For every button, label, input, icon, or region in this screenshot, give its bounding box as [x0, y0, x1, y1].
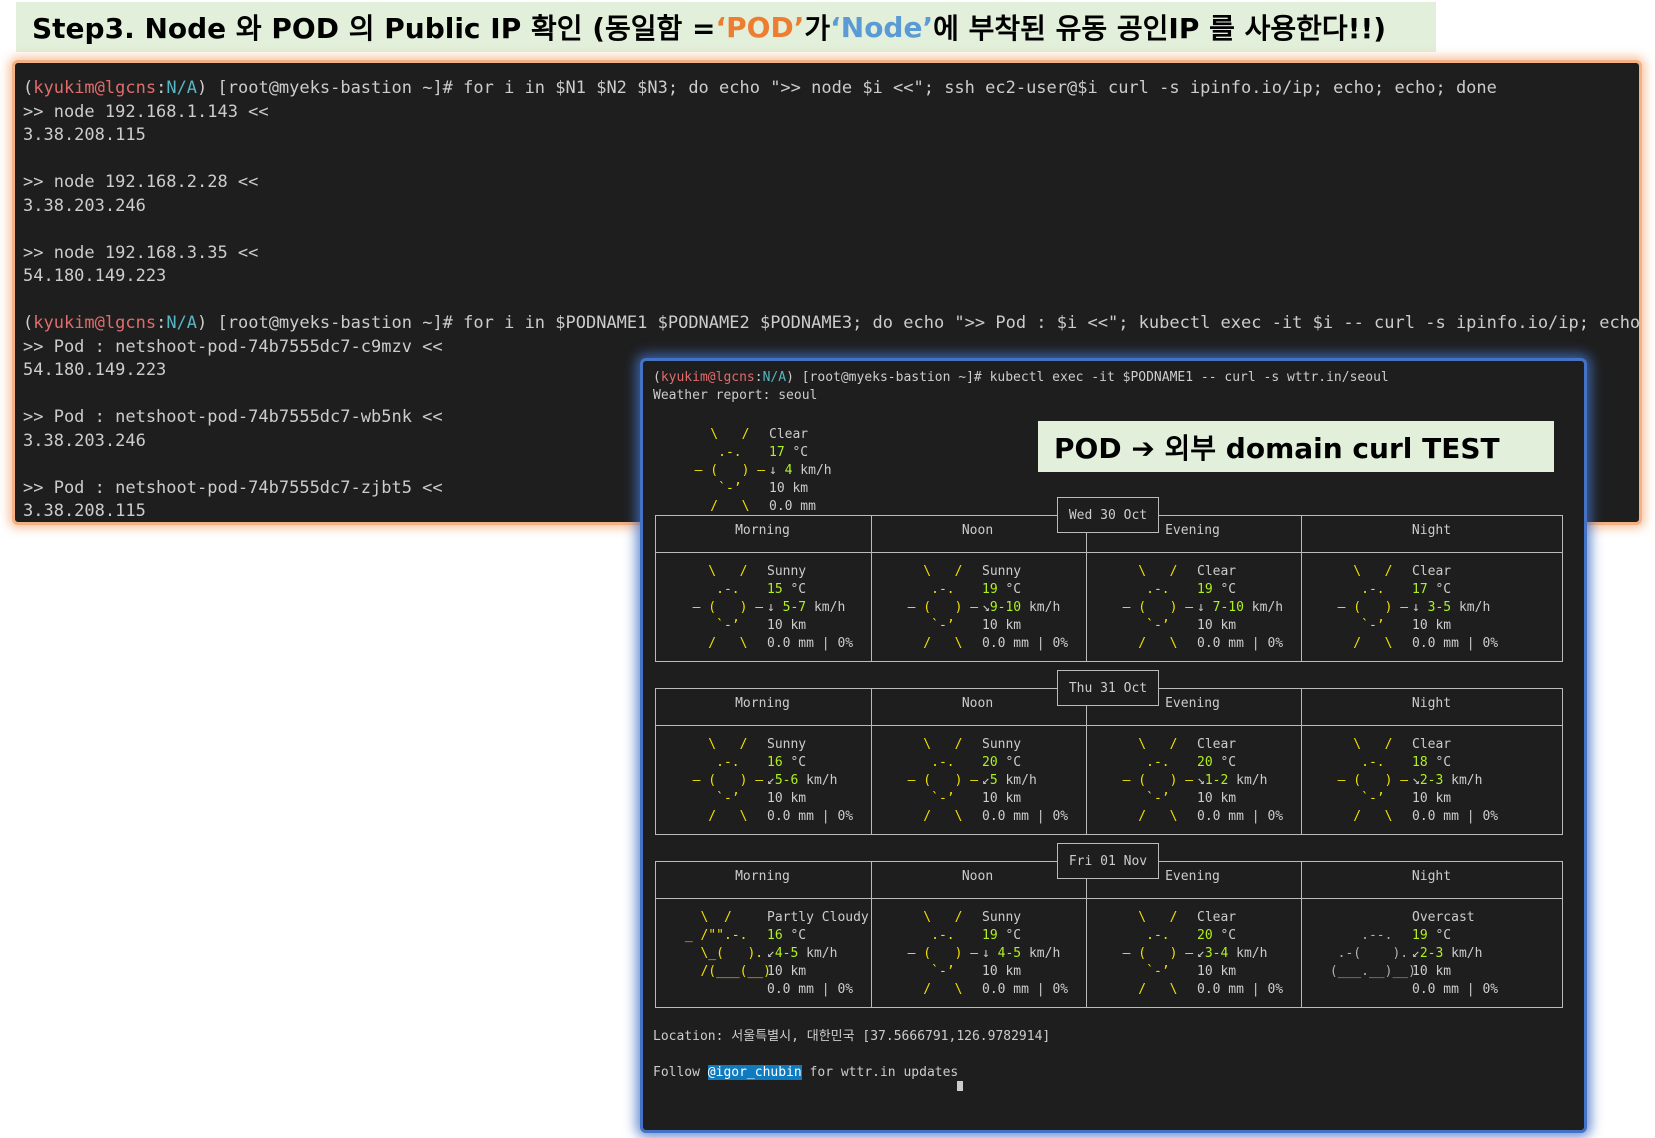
forecast-slot: Evening \ / .-. ― ( ) ― `-’ / \ Clear 20 …: [1085, 861, 1300, 1006]
slot-info: Clear 17 °C ↓ 3-5 km/h 10 km 0.0 mm | 0%: [1412, 564, 1499, 651]
callout-label: POD ➔ 외부 domain curl TEST: [1038, 421, 1554, 472]
sun-icon: \ / .-. ― ( ) ― `-’ / \: [1122, 910, 1194, 997]
slot-name: Noon: [961, 869, 994, 884]
location-line: Location: 서울특별시, 대한민국 [37.5666791,126.97…: [653, 1029, 1051, 1044]
twitter-handle-link[interactable]: @igor_chubin: [707, 1065, 802, 1080]
slot-name: Morning: [735, 869, 790, 884]
sun-icon: \ / .-. ― ( ) ― `-’ / \: [907, 910, 979, 997]
slot-name: Morning: [735, 696, 790, 711]
slot-info: Sunny 19 °C ↓ 4-5 km/h 10 km 0.0 mm | 0%: [982, 910, 1069, 997]
sun-icon: \ / .-. ― ( ) ― `-’ / \: [692, 564, 764, 651]
slot-info: Sunny 16 °C ↙5-6 km/h 10 km 0.0 mm | 0%: [767, 737, 854, 824]
page-title: Step3. Node 와 POD 의 Public IP 확인 (동일함 = …: [16, 2, 1436, 52]
cloud-icon: .--. .-( ). (___.__)__): [1329, 928, 1416, 979]
forecast-slot: Night \ / .-. ― ( ) ― `-’ / \ Clear 17 °C…: [1300, 515, 1563, 660]
slot-name: Night: [1411, 869, 1452, 884]
forecast-day: Fri 01 Nov Morning \ / _ /"".-. \_( ). /(…: [655, 843, 1565, 1008]
forecast-slot: Evening \ / .-. ― ( ) ― `-’ / \ Clear 20 …: [1085, 688, 1300, 833]
forecast-slot: Morning \ / _ /"".-. \_( ). /(___(__) Par…: [655, 861, 870, 1006]
forecast-day: Wed 30 Oct Morning \ / .-. ― ( ) ― `-’ / …: [655, 497, 1565, 662]
slot-info: Overcast 19 °C ↙2-3 km/h 10 km 0.0 mm | …: [1412, 910, 1499, 997]
sun-icon: \ / .-. ― ( ) ― `-’ / \: [1122, 564, 1194, 651]
forecast-day: Thu 31 Oct Morning \ / .-. ― ( ) ― `-’ / …: [655, 670, 1565, 835]
forecast-slot: Noon \ / .-. ― ( ) ― `-’ / \ Sunny 20 °C …: [870, 688, 1085, 833]
cursor: [653, 1079, 963, 1097]
slot-name: Noon: [961, 696, 994, 711]
forecast-slot: Night \ / .-. ― ( ) ― `-’ / \ Clear 18 °C…: [1300, 688, 1563, 833]
sun-icon: \ / .-. ― ( ) ― `-’ / \: [1337, 564, 1409, 651]
forecast-slot: Evening \ / .-. ― ( ) ― `-’ / \ Clear 19 …: [1085, 515, 1300, 660]
slot-name: Night: [1411, 523, 1452, 538]
slot-name: Noon: [961, 523, 994, 538]
slot-info: Partly Cloudy 16 °C ↙4-5 km/h 10 km 0.0 …: [767, 910, 869, 997]
slot-info: Clear 19 °C ↓ 7-10 km/h 10 km 0.0 mm | 0…: [1197, 564, 1284, 651]
slot-info: Clear 18 °C ↘2-3 km/h 10 km 0.0 mm | 0%: [1412, 737, 1499, 824]
slot-info: Sunny 15 °C ↓ 5-7 km/h 10 km 0.0 mm | 0%: [767, 564, 854, 651]
slot-info: Sunny 20 °C ↙5 km/h 10 km 0.0 mm | 0%: [982, 737, 1069, 824]
prompt-line: (kyukim@lgcns:N/A) [root@myeks-bastion ~…: [23, 78, 1497, 98]
slot-info: Sunny 19 °C ↘9-10 km/h 10 km 0.0 mm | 0%: [982, 564, 1069, 651]
forecast-slot: Morning \ / .-. ― ( ) ― `-’ / \ Sunny 16 …: [655, 688, 870, 833]
slot-info: Clear 20 °C ↘1-2 km/h 10 km 0.0 mm | 0%: [1197, 737, 1284, 824]
prompt-line: (kyukim@lgcns:N/A) [root@myeks-bastion ~…: [23, 313, 1642, 333]
forecast-slot: Morning \ / .-. ― ( ) ― `-’ / \ Sunny 15 …: [655, 515, 870, 660]
forecast-slot: Noon \ / .-. ― ( ) ― `-’ / \ Sunny 19 °C …: [870, 861, 1085, 1006]
forecast-date: Thu 31 Oct: [1057, 670, 1159, 706]
weather-report-title: Weather report: seoul: [653, 388, 818, 403]
prompt-line: (kyukim@lgcns:N/A) [root@myeks-bastion ~…: [653, 370, 1389, 385]
forecast-slot: Night .--. .-( ). (___.__)__) Overcast 19…: [1300, 861, 1563, 1006]
sun-icon: \ / .-. ― ( ) ― `-’ / \: [907, 564, 979, 651]
terminal-weather[interactable]: (kyukim@lgcns:N/A) [root@myeks-bastion ~…: [640, 358, 1587, 1133]
slot-name: Night: [1411, 696, 1452, 711]
forecast-date: Wed 30 Oct: [1057, 497, 1159, 533]
slot-info: Clear 20 °C ↙3-4 km/h 10 km 0.0 mm | 0%: [1197, 910, 1284, 997]
partly-cloudy-icon: \ / _ /"".-. \_( ). /(___(__): [684, 910, 771, 979]
sun-icon: \ / .-. ― ( ) ― `-’ / \: [692, 737, 764, 824]
sun-icon: \ / .-. ― ( ) ― `-’ / \: [907, 737, 979, 824]
forecast-slot: Noon \ / .-. ― ( ) ― `-’ / \ Sunny 19 °C …: [870, 515, 1085, 660]
sun-icon: \ / .-. ― ( ) ― `-’ / \: [1122, 737, 1194, 824]
slot-name: Morning: [735, 523, 790, 538]
sun-icon: \ / .-. ― ( ) ― `-’ / \: [1337, 737, 1409, 824]
forecast-date: Fri 01 Nov: [1057, 843, 1159, 879]
